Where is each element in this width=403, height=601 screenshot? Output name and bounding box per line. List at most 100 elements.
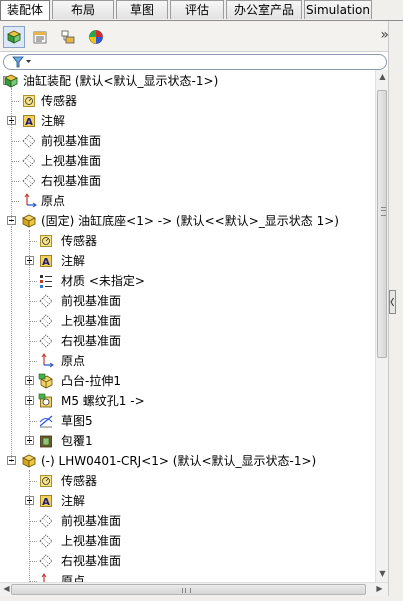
part-icon	[22, 214, 36, 228]
tree-item-label: 原点	[61, 354, 86, 368]
tree-item-label: 原点	[61, 574, 86, 582]
tree-item-label: (固定) 油缸底座<1> -> (默认<<默认>_显示状态 1>)	[41, 214, 339, 228]
svg-text:A: A	[42, 257, 50, 268]
panel-collapse-icon[interactable]	[389, 290, 396, 314]
origin-icon	[24, 193, 37, 208]
tree-item-label: 前视基准面	[41, 134, 102, 148]
origin-icon	[41, 353, 54, 368]
tree-item-label: 传感器	[61, 474, 98, 488]
tree-item-label: 右视基准面	[61, 334, 122, 348]
propertymanager-tab-button[interactable]	[29, 26, 51, 48]
tree-item-sensors[interactable]: 传感器	[0, 471, 375, 491]
origin-icon	[41, 573, 47, 582]
tree-item-label: 草图5	[61, 414, 93, 428]
tab-sketch[interactable]: 草图	[116, 0, 168, 19]
material-icon	[40, 275, 52, 288]
plane-icon	[39, 534, 53, 548]
configuration-manager-icon	[61, 30, 75, 44]
tab-evaluate[interactable]: 评估	[170, 0, 224, 19]
svg-text:A: A	[42, 497, 50, 508]
tree-item-plane[interactable]: 右视基准面	[0, 331, 375, 351]
featuremanager-tree-icon	[7, 30, 21, 44]
tree-item-wrap[interactable]: 包覆1	[0, 431, 375, 451]
tree-item-boss-extrude[interactable]: 凸台-拉伸1	[0, 371, 375, 391]
tab-layout[interactable]: 布局	[52, 0, 114, 19]
tree-item-annotations[interactable]: A 注解	[0, 111, 375, 131]
plane-icon	[39, 334, 53, 348]
displaymanager-tab-button[interactable]	[85, 26, 107, 48]
tree-item-origin[interactable]: 原点	[0, 191, 375, 211]
tree-item-plane[interactable]: 上视基准面	[0, 311, 375, 331]
tree-item-label: 原点	[41, 194, 66, 208]
featuremanager-tab-button[interactable]	[3, 26, 25, 48]
tab-simulation[interactable]: Simulation	[304, 0, 372, 19]
horizontal-scrollbar[interactable]: ◀ ▶	[0, 582, 388, 597]
tree-item-label: 右视基准面	[41, 174, 102, 188]
manager-toolbar: »	[0, 21, 403, 52]
plane-icon	[22, 174, 36, 188]
hole-wizard-icon	[38, 393, 52, 408]
tree-item-origin[interactable]: 原点	[0, 571, 375, 582]
tree-item-plane[interactable]: 右视基准面	[0, 171, 375, 191]
tree-item-label: 上视基准面	[61, 314, 122, 328]
tree-item-sketch[interactable]: 草图5	[0, 411, 375, 431]
feature-tree: 油缸装配 (默认<默认_显示状态-1>) 传感器 A 注解 前视基准面 上视基准面 右视基准…	[0, 70, 375, 582]
tree-item-label: 凸台-拉伸1	[61, 374, 121, 388]
tree-item-component[interactable]: (固定) 油缸底座<1> -> (默认<<默认>_显示状态 1>)	[0, 211, 375, 231]
scroll-right-icon[interactable]: ▶	[373, 584, 386, 593]
wrap-icon	[40, 435, 52, 448]
svg-text:A: A	[25, 117, 33, 128]
part-icon	[22, 454, 36, 468]
annotation-icon: A	[40, 495, 52, 508]
tree-item-label: 前视基准面	[61, 514, 122, 528]
tree-item-plane[interactable]: 前视基准面	[0, 511, 375, 531]
plane-icon	[22, 154, 36, 168]
tree-item-sensors[interactable]: 传感器	[0, 231, 375, 251]
sensor-icon	[40, 475, 52, 487]
tree-item-annotations[interactable]: A 注解	[0, 251, 375, 271]
plane-icon	[39, 514, 53, 528]
tree-item-label: (-) LHW0401-CRJ<1> (默认<默认_显示状态-1>)	[41, 454, 317, 468]
tree-item-label: 油缸装配 (默认<默认_显示状态-1>)	[23, 74, 219, 88]
tree-item-label: 前视基准面	[61, 294, 122, 308]
tree-item-plane[interactable]: 上视基准面	[0, 151, 375, 171]
plane-icon	[39, 314, 53, 328]
tab-office-products[interactable]: 办公室产品	[226, 0, 302, 19]
tree-item-annotations[interactable]: A 注解	[0, 491, 375, 511]
vertical-scroll-thumb[interactable]	[377, 90, 387, 358]
tree-item-label: 注解	[41, 114, 66, 128]
tree-item-sensors[interactable]: 传感器	[0, 91, 375, 111]
tree-item-plane[interactable]: 右视基准面	[0, 551, 375, 571]
plane-icon	[39, 294, 53, 308]
tab-assembly[interactable]: 装配体	[0, 0, 50, 20]
tree-item-label: 材质 <未指定>	[61, 274, 145, 288]
plane-icon	[22, 134, 36, 148]
sensor-icon	[40, 235, 52, 247]
boss-extrude-icon	[38, 373, 53, 389]
horizontal-scroll-thumb[interactable]	[11, 584, 366, 595]
filter-icon	[12, 56, 31, 68]
command-manager-tabs: 装配体 布局 草图 评估 办公室产品 Simulation	[0, 0, 403, 21]
annotation-icon: A	[40, 255, 52, 268]
tree-item-origin[interactable]: 原点	[0, 351, 375, 371]
plane-icon	[39, 554, 53, 568]
tree-item-plane[interactable]: 前视基准面	[0, 131, 375, 151]
sensor-icon	[23, 95, 35, 107]
tree-item-label: 上视基准面	[61, 534, 122, 548]
tree-item-plane[interactable]: 前视基准面	[0, 291, 375, 311]
tree-item-label: 包覆1	[61, 434, 93, 448]
tree-item-plane[interactable]: 上视基准面	[0, 531, 375, 551]
tree-item-label: 传感器	[61, 234, 98, 248]
tree-item-assembly[interactable]: 油缸装配 (默认<默认_显示状态-1>)	[0, 71, 375, 91]
tree-item-material[interactable]: 材质 <未指定>	[0, 271, 375, 291]
tree-filter[interactable]	[3, 54, 387, 70]
assembly-icon	[4, 74, 18, 88]
tree-item-hole[interactable]: M5 螺纹孔1 ->	[0, 391, 375, 411]
vertical-scrollbar[interactable]: ▲ ▼	[375, 70, 389, 582]
bottom-edge	[0, 596, 403, 601]
tree-item-component[interactable]: (-) LHW0401-CRJ<1> (默认<默认_显示状态-1>)	[0, 451, 375, 471]
tree-item-label: 传感器	[41, 94, 78, 108]
tree-item-label: 右视基准面	[61, 554, 122, 568]
display-manager-icon	[89, 30, 103, 44]
configurationmanager-tab-button[interactable]	[57, 26, 79, 48]
